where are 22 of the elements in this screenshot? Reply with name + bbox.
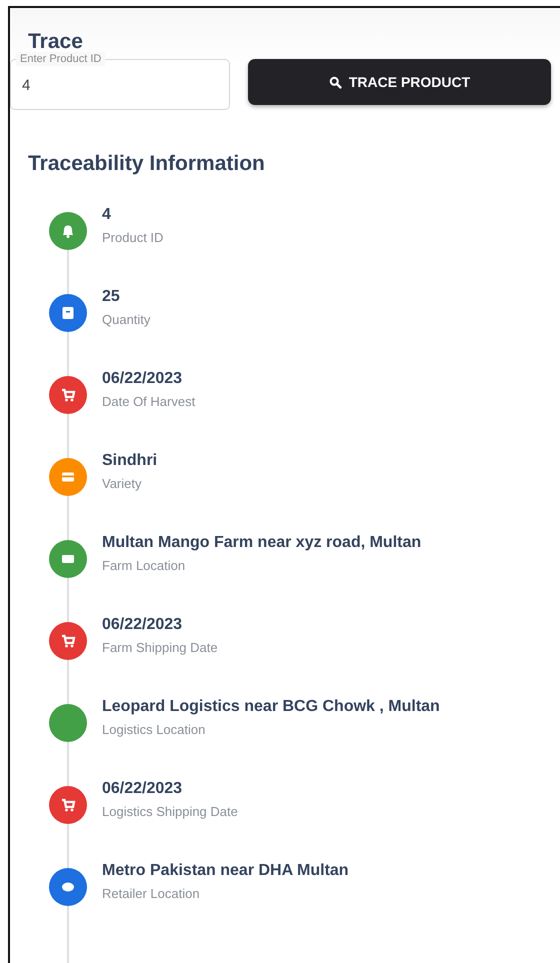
timeline-label: Quantity xyxy=(102,312,150,327)
timeline-label: Retailer Location xyxy=(102,886,201,901)
timeline-label: Product ID xyxy=(102,230,164,245)
timeline-value: 25 xyxy=(102,288,121,306)
timeline-label: Farm Shipping Date xyxy=(102,640,218,655)
timeline-value: Leopard Logistics near BCG Chowk , Multan xyxy=(102,698,440,716)
timeline-value: Sindhri xyxy=(102,452,158,470)
timeline-label: Variety xyxy=(102,476,142,491)
trace-product-button[interactable]: TRACE PRODUCT xyxy=(248,59,551,105)
timeline-label: Logistics Shipping Date xyxy=(102,804,238,819)
timeline-label: Logistics Location xyxy=(102,722,206,737)
timeline-value: Metro Pakistan near DHA Multan xyxy=(102,862,349,880)
search-icon xyxy=(328,76,342,88)
timeline-value: 4 xyxy=(102,206,112,224)
timeline-value: 06/22/2023 xyxy=(102,780,184,798)
timeline-value: 06/22/2023 xyxy=(102,616,184,634)
page-title: Trace xyxy=(28,32,83,52)
section-heading: Traceability Information xyxy=(28,152,265,176)
timeline-value: Multan Mango Farm near xyz road, Multan xyxy=(102,534,422,552)
timeline-value: 06/22/2023 xyxy=(102,370,184,388)
timeline-label: Date Of Harvest xyxy=(102,394,196,409)
timeline-label: Farm Location xyxy=(102,558,186,573)
